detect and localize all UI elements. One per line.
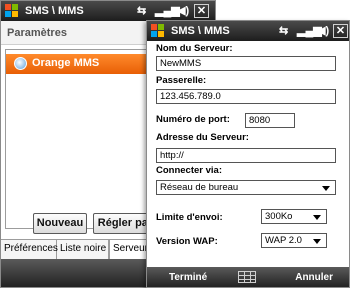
chevron-down-icon [322,186,330,191]
keyboard-icon[interactable] [238,271,256,283]
list-item[interactable]: Orange MMS [6,54,148,74]
wap-version-label: Version WAP: [156,236,218,247]
connect-via-value: Réseau de bureau [160,182,239,193]
wap-version-dropdown[interactable]: WAP 2.0 [261,233,327,248]
server-address-label: Adresse du Serveur: [156,132,249,143]
window-title: SMS \ MMS [171,25,230,37]
tab-preferences[interactable]: Préférences [1,240,58,259]
gateway-field[interactable]: 123.456.789.0 [156,89,336,104]
windows-logo-icon[interactable] [151,24,165,38]
connect-via-label: Connecter via: [156,165,222,176]
port-label: Numéro de port: [156,114,230,125]
list-item-label: Orange MMS [32,57,100,69]
send-limit-value: 300Ko [265,211,293,222]
send-limit-label: Limite d'envoi: [156,212,223,223]
new-button[interactable]: Nouveau [33,213,87,234]
sync-icon[interactable]: ⇆ [137,4,146,18]
close-icon[interactable]: ✕ [194,4,209,18]
wap-version-value: WAP 2.0 [265,235,302,246]
chevron-down-icon [313,215,321,220]
port-field[interactable]: 8080 [245,113,295,128]
soft-key-bar: Terminé Annuler [147,267,349,287]
cancel-softkey[interactable]: Annuler [295,272,333,283]
server-name-label: Nom du Serveur: [156,43,233,54]
screen: SMS \ MMS ⇆ ▂▄▆ ◀) ✕ Paramètres Orange M… [0,0,350,288]
send-limit-dropdown[interactable]: 300Ko [261,209,327,224]
close-icon[interactable]: ✕ [333,24,348,38]
chevron-down-icon [313,239,321,244]
connect-via-dropdown[interactable]: Réseau de bureau [156,180,336,195]
signal-icon[interactable]: ▂▄▆ [155,4,180,18]
done-softkey[interactable]: Terminé [169,272,207,283]
window-title: SMS \ MMS [25,5,84,17]
volume-icon[interactable]: ◀) [317,24,329,38]
volume-icon[interactable]: ◀) [177,4,189,18]
server-list[interactable]: Orange MMS [5,49,149,229]
server-form: Nom du Serveur: NewMMS Passerelle: 123.4… [147,41,349,267]
server-name-field[interactable]: NewMMS [156,56,336,71]
title-bar: SMS \ MMS ⇆ ▂▄▆ ◀) ✕ [147,21,349,41]
server-address-field[interactable]: http:// [156,148,336,163]
gateway-label: Passerelle: [156,75,207,86]
server-edit-window: SMS \ MMS ⇆ ▂▄▆ ◀) ✕ Nom du Serveur: New… [146,20,350,288]
sync-icon[interactable]: ⇆ [279,24,288,38]
title-bar: SMS \ MMS ⇆ ▂▄▆ ◀) ✕ [1,1,215,21]
windows-logo-icon[interactable] [5,4,19,18]
globe-icon [14,57,27,70]
tab-blacklist[interactable]: Liste noire [57,240,109,259]
